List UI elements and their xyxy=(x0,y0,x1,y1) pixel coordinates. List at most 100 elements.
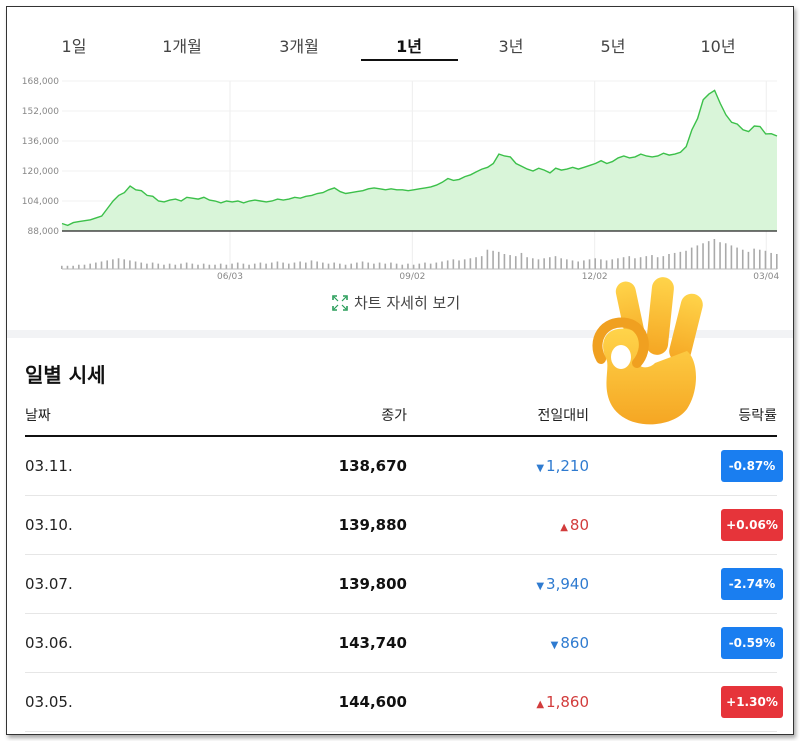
volume-bar xyxy=(605,260,608,269)
down-arrow-icon: ▼ xyxy=(550,640,559,651)
volume-bar xyxy=(543,258,545,269)
tab-10-years[interactable]: 10년 xyxy=(700,33,735,67)
table-row: 03.10. 139,880 ▲ 80 +0.06% xyxy=(25,496,783,555)
volume-bar xyxy=(639,257,642,269)
volume-bar xyxy=(339,263,341,269)
volume-bar xyxy=(770,252,772,269)
row-change-value: 860 xyxy=(560,634,589,652)
volume-bar xyxy=(696,245,699,269)
stock-price-panel: 1일 1개월 3개월 1년 3년 5년 10년 168,000 152,000 13… xyxy=(6,6,794,735)
volume-bar xyxy=(270,262,273,269)
volume-bar xyxy=(180,263,182,269)
volume-bar xyxy=(554,256,557,269)
volume-bar xyxy=(537,259,540,269)
volume-bar xyxy=(713,239,716,269)
row-change-value: 1,860 xyxy=(546,693,589,711)
volume-bar xyxy=(151,262,154,269)
y-tick-label: 104,000 xyxy=(22,197,59,207)
volume-bar xyxy=(560,258,562,269)
volume-bar xyxy=(310,260,313,269)
volume-bar xyxy=(287,263,290,269)
volume-bar xyxy=(185,262,188,269)
volume-bar xyxy=(236,262,239,269)
tab-3-years[interactable]: 3년 xyxy=(499,33,524,67)
row-change: ▼ 3,940 xyxy=(536,555,589,613)
volume-bar xyxy=(441,261,443,269)
tab-5-years[interactable]: 5년 xyxy=(601,33,626,67)
row-close: 139,800 xyxy=(338,575,407,593)
price-chart[interactable]: 168,000 152,000 136,000 120,000 104,000 88,00… xyxy=(7,71,793,281)
volume-bar xyxy=(424,262,426,269)
volume-bar xyxy=(378,262,381,269)
volume-bar xyxy=(566,259,568,269)
volume-bar xyxy=(117,258,120,269)
row-change: ▼ 860 xyxy=(551,614,589,672)
volume-bar xyxy=(690,247,693,269)
volume-bar xyxy=(134,261,137,269)
volume-bar xyxy=(242,263,245,269)
row-change: ▼ 1,210 xyxy=(536,437,589,495)
volume-bar xyxy=(724,243,727,269)
x-tick-label: 03/04 xyxy=(753,272,779,281)
volume-bar xyxy=(531,258,534,269)
volume-bar xyxy=(305,262,307,269)
volume-bar xyxy=(225,264,228,269)
volume-bar xyxy=(123,259,126,269)
volume-bar xyxy=(129,260,131,269)
volume-bar xyxy=(146,263,148,269)
y-tick-label: 88,000 xyxy=(28,227,60,237)
rate-badge: -0.59% xyxy=(721,627,783,659)
row-date: 03.05. xyxy=(25,693,73,711)
row-change: ▲ 1,860 xyxy=(536,673,589,731)
volume-bar xyxy=(503,254,506,269)
row-close: 144,600 xyxy=(338,693,407,711)
volume-bar xyxy=(202,263,205,269)
tab-1-month[interactable]: 1개월 xyxy=(162,33,202,67)
rate-badge: +1.30% xyxy=(721,686,783,718)
volume-bar xyxy=(248,264,250,269)
volume-bar xyxy=(253,263,256,269)
volume-bar xyxy=(401,264,404,269)
row-change-value: 1,210 xyxy=(546,457,589,475)
volume-bar xyxy=(361,261,364,269)
tab-1-year[interactable]: 1년 xyxy=(396,33,422,67)
volume-bar xyxy=(100,261,103,269)
volume-bar xyxy=(509,255,511,269)
volume-bar xyxy=(367,262,370,269)
tab-3-months[interactable]: 3개월 xyxy=(279,33,319,67)
volume-bar xyxy=(577,261,579,269)
volume-bar xyxy=(140,262,143,269)
volume-bar xyxy=(583,260,585,269)
volume-bar xyxy=(429,263,432,269)
down-arrow-icon: ▼ xyxy=(536,463,545,474)
x-tick-label: 09/02 xyxy=(399,272,425,281)
volume-bar xyxy=(322,262,324,269)
chart-detail-link[interactable]: 차트 자세히 보기 xyxy=(332,292,460,313)
volume-bar xyxy=(600,259,602,269)
volume-bar xyxy=(571,260,574,269)
tab-1-day[interactable]: 1일 xyxy=(62,33,87,67)
volume-bar xyxy=(157,263,160,269)
y-tick-label: 120,000 xyxy=(22,167,59,177)
volume-bar xyxy=(390,262,392,269)
row-close: 138,670 xyxy=(338,457,407,475)
volume-bar xyxy=(611,259,614,269)
expand-icon xyxy=(332,294,348,311)
row-change-value: 3,940 xyxy=(546,575,589,593)
volume-bar xyxy=(628,256,631,269)
volume-bar xyxy=(549,257,551,269)
ok-hand-emoji-icon xyxy=(592,277,703,425)
up-arrow-icon: ▲ xyxy=(560,522,568,533)
volume-bar xyxy=(486,249,489,269)
volume-bar xyxy=(452,259,455,269)
table-row: 03.11. 138,670 ▼ 1,210 -0.87% xyxy=(25,437,783,496)
volume-bar xyxy=(514,256,517,269)
volume-bar xyxy=(276,261,279,269)
volume-bar xyxy=(89,263,91,269)
volume-bar xyxy=(219,263,222,269)
row-date: 03.11. xyxy=(25,457,73,475)
row-close: 143,740 xyxy=(338,634,407,652)
daily-price-title: 일별 시세 xyxy=(25,363,106,387)
volume-bar xyxy=(231,263,233,269)
volume-bar xyxy=(741,249,744,269)
